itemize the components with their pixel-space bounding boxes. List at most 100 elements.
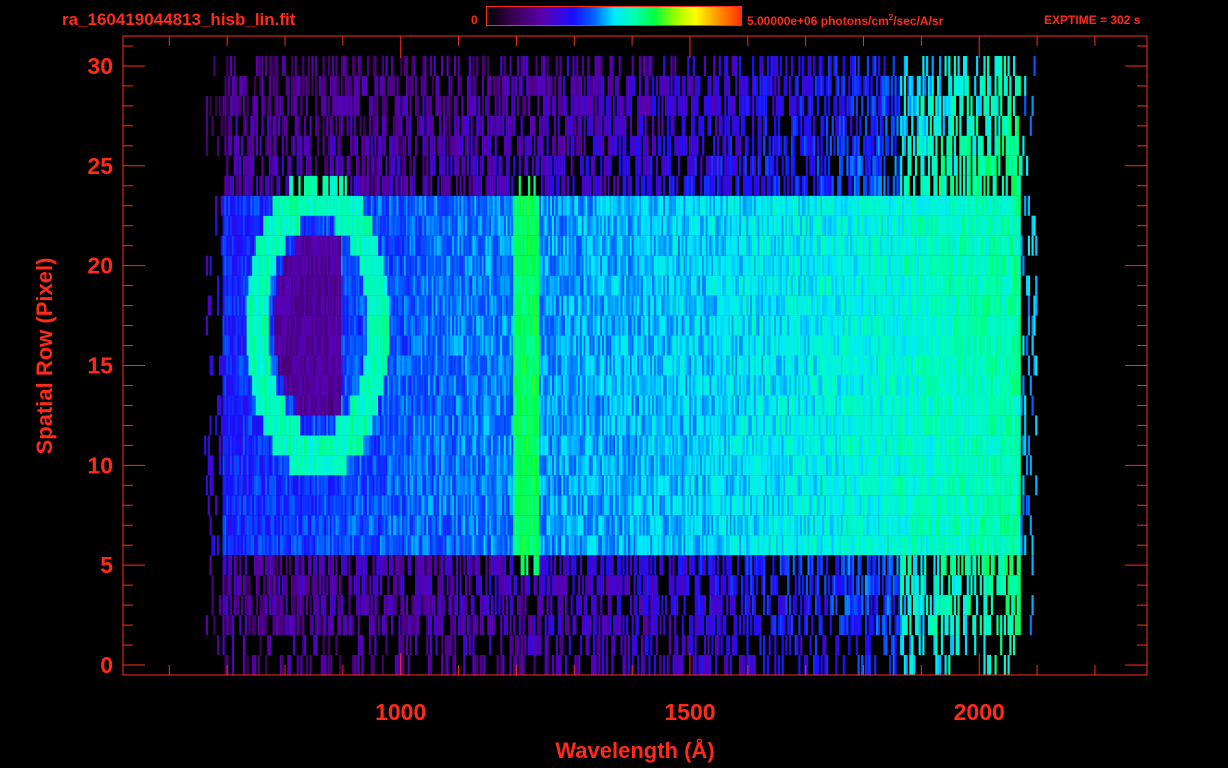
heatmap-cell	[537, 595, 540, 616]
heatmap-cell	[955, 635, 958, 656]
heatmap-cell	[1016, 395, 1019, 416]
heatmap-cell	[974, 515, 977, 536]
heatmap-cell	[331, 555, 334, 576]
heatmap-cell	[1001, 535, 1005, 556]
heatmap-cell	[465, 495, 468, 516]
heatmap-cell	[400, 475, 403, 496]
heatmap-cell	[550, 555, 553, 576]
heatmap-cell	[851, 395, 855, 416]
heatmap-cell	[468, 495, 471, 516]
heatmap-cell	[753, 415, 756, 436]
heatmap-cell	[446, 495, 449, 516]
heatmap-cell	[707, 395, 710, 416]
heatmap-cell	[396, 435, 399, 456]
heatmap-cell	[796, 475, 799, 496]
heatmap-cell	[750, 555, 753, 576]
heatmap-cell	[411, 615, 414, 636]
heatmap-cell	[605, 395, 608, 416]
heatmap-cell	[348, 595, 351, 616]
heatmap-cell	[959, 475, 962, 496]
heatmap-cell	[546, 655, 549, 675]
heatmap-cell	[540, 455, 544, 476]
heatmap-cell	[274, 515, 277, 536]
heatmap-cell	[988, 575, 992, 596]
heatmap-cell	[655, 415, 658, 436]
heatmap-cell	[768, 435, 771, 456]
heatmap-cell	[857, 515, 860, 536]
heatmap-cell	[789, 395, 792, 416]
heatmap-cell	[1009, 615, 1012, 636]
heatmap-cell	[563, 535, 566, 556]
heatmap-cell	[439, 455, 442, 476]
heatmap-cell	[392, 575, 395, 596]
heatmap-cell	[328, 655, 331, 675]
heatmap-cell	[403, 515, 407, 536]
heatmap-cell	[465, 415, 468, 436]
heatmap-cell	[857, 615, 860, 636]
heatmap-cell	[279, 555, 283, 576]
heatmap-cell	[248, 395, 251, 416]
heatmap-cell	[578, 575, 581, 596]
heatmap-cell	[894, 615, 897, 636]
heatmap-cell	[642, 655, 645, 675]
heatmap-cell	[226, 395, 229, 416]
heatmap-cell	[252, 655, 255, 675]
heatmap-cell	[415, 395, 418, 416]
heatmap-cell	[963, 515, 966, 536]
heatmap-cell	[400, 435, 403, 456]
heatmap-cell	[916, 515, 919, 536]
heatmap-cell	[727, 475, 731, 496]
heatmap-cell	[887, 455, 890, 476]
heatmap-cell	[1018, 495, 1021, 516]
heatmap-cell	[233, 395, 236, 416]
heatmap-cell	[342, 555, 345, 576]
heatmap-cell	[1009, 415, 1012, 436]
heatmap-cell	[635, 395, 638, 416]
heatmap-cell	[639, 395, 642, 416]
heatmap-cell	[696, 575, 699, 596]
heatmap-cell	[494, 455, 497, 476]
heatmap-cell	[442, 375, 445, 396]
heatmap-cell	[789, 615, 792, 636]
heatmap-cell	[572, 555, 575, 576]
heatmap-cell	[235, 555, 238, 576]
heatmap-cell	[328, 635, 331, 656]
heatmap-cell	[339, 535, 342, 556]
heatmap-cell	[411, 455, 414, 476]
heatmap-cell	[1031, 595, 1034, 616]
heatmap-cell	[424, 415, 427, 436]
heatmap-cell	[829, 595, 832, 616]
heatmap-cell	[681, 395, 684, 416]
heatmap-cell	[461, 435, 464, 456]
heatmap-cell	[940, 595, 943, 616]
heatmap-cell	[709, 475, 712, 496]
heatmap-cell	[559, 495, 562, 516]
heatmap-cell	[955, 615, 958, 636]
heatmap-cell	[411, 515, 414, 536]
heatmap-cell	[713, 435, 716, 456]
heatmap-cell	[378, 435, 381, 456]
heatmap-cell	[361, 635, 364, 656]
heatmap-cell	[511, 595, 514, 616]
heatmap-cell	[613, 455, 616, 476]
heatmap-cell	[374, 515, 377, 536]
heatmap-cell	[209, 475, 212, 496]
heatmap-cell	[320, 595, 323, 616]
heatmap-cell	[415, 435, 418, 456]
heatmap-cell	[676, 635, 679, 656]
heatmap-cell	[750, 475, 753, 496]
heatmap-cell	[694, 655, 697, 675]
heatmap-cell	[331, 395, 334, 416]
heatmap-cell	[305, 575, 308, 596]
heatmap-cell	[478, 555, 481, 576]
heatmap-cell	[287, 375, 290, 396]
heatmap-cell	[278, 455, 281, 476]
heatmap-cell	[244, 495, 247, 516]
heatmap-cell	[381, 515, 384, 536]
heatmap-cell	[518, 475, 521, 496]
heatmap-cell	[648, 435, 651, 456]
heatmap-cell	[792, 395, 795, 416]
heatmap-cell	[376, 595, 379, 616]
heatmap-cell	[278, 435, 281, 456]
heatmap-cell	[966, 435, 969, 456]
